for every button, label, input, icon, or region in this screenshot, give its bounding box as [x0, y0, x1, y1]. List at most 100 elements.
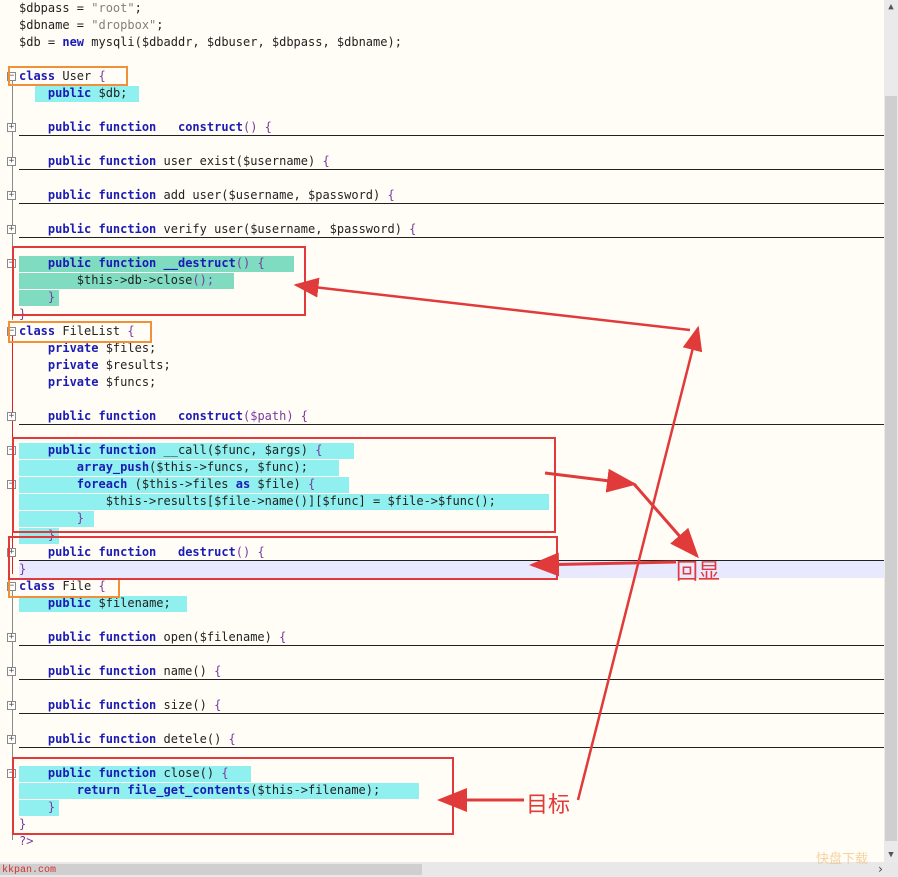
- code-token: open($filename): [156, 630, 280, 644]
- scroll-down-icon[interactable]: ▼: [886, 850, 896, 860]
- fold-toggle[interactable]: +: [7, 667, 16, 676]
- code-line[interactable]: public function construct() {: [19, 119, 272, 136]
- code-token: public function: [47, 409, 157, 423]
- code-token: $dbname =: [19, 18, 92, 32]
- code-token: verify user($username, $password): [156, 222, 410, 236]
- code-line[interactable]: $dbpass = "root";: [19, 0, 142, 17]
- code-line[interactable]: public function open($filename) {: [19, 629, 286, 646]
- code-token: $results;: [98, 358, 171, 372]
- target-label: 目标: [526, 793, 571, 818]
- code-editor[interactable]: − + + + + − − + − − + − + + + + − $dbpas…: [0, 0, 898, 877]
- code-token: mysqli($dbaddr, $dbuser, $dbpass, $dbnam…: [84, 35, 402, 49]
- code-token: $filename;: [91, 596, 171, 610]
- code-token: ;: [134, 1, 142, 15]
- code-token: public: [47, 86, 92, 100]
- filelist-destruct-box: [8, 536, 558, 580]
- code-token: public function: [47, 732, 157, 746]
- destruct-method-box: [12, 246, 306, 316]
- vertical-scroll-thumb[interactable]: [885, 96, 897, 841]
- echo-label: 回显: [676, 560, 721, 585]
- code-token: {: [214, 664, 222, 678]
- code-line[interactable]: public function detele() {: [19, 731, 236, 748]
- site-url: kkpan.com: [2, 865, 57, 876]
- horizontal-scroll-thumb[interactable]: [0, 864, 422, 875]
- code-token: $dbpass =: [19, 1, 92, 15]
- code-token: public: [47, 596, 92, 610]
- code-token: new: [62, 35, 85, 49]
- code-line[interactable]: private $results;: [19, 357, 171, 374]
- code-token: $files;: [98, 341, 157, 355]
- code-token: "root": [91, 1, 135, 15]
- code-token: {: [409, 222, 417, 236]
- code-token: "dropbox": [91, 18, 157, 32]
- code-token: $db =: [19, 35, 63, 49]
- code-token: public function: [47, 222, 157, 236]
- code-token: user exist($username): [156, 154, 323, 168]
- code-token: detele(): [156, 732, 229, 746]
- code-token: construct: [177, 409, 243, 423]
- code-line[interactable]: public function size() {: [19, 697, 221, 714]
- code-token: public function: [47, 120, 157, 134]
- code-token: $funcs;: [98, 375, 157, 389]
- fold-toggle[interactable]: +: [7, 735, 16, 744]
- fold-toggle[interactable]: +: [7, 123, 16, 132]
- code-token: public function: [47, 664, 157, 678]
- code-line[interactable]: ?>: [19, 833, 33, 850]
- code-token: private: [47, 358, 99, 372]
- scroll-right-icon[interactable]: ›: [877, 862, 884, 876]
- code-line[interactable]: public function user exist($username) {: [19, 153, 330, 170]
- fold-toggle[interactable]: +: [7, 633, 16, 642]
- class-filelist-box: [8, 321, 152, 343]
- fold-toggle[interactable]: +: [7, 157, 16, 166]
- code-token: size(): [156, 698, 215, 712]
- code-token: {: [228, 732, 236, 746]
- code-token: ;: [156, 18, 164, 32]
- code-token: public function: [47, 698, 157, 712]
- code-line[interactable]: public $db;: [19, 85, 127, 102]
- code-token: name(): [156, 664, 215, 678]
- code-line[interactable]: public function name() {: [19, 663, 221, 680]
- code-token: {: [214, 698, 222, 712]
- code-token: ?>: [19, 834, 34, 848]
- code-token: private: [47, 375, 99, 389]
- vertical-scrollbar[interactable]: ▲ ▼: [884, 0, 898, 862]
- fold-toggle[interactable]: +: [7, 701, 16, 710]
- code-token: {: [279, 630, 287, 644]
- code-token: public function: [47, 188, 157, 202]
- class-user-box: [8, 66, 128, 86]
- code-line[interactable]: $dbname = "dropbox";: [19, 17, 164, 34]
- fold-toggle[interactable]: +: [7, 225, 16, 234]
- code-line[interactable]: public function add user($username, $pas…: [19, 187, 395, 204]
- close-method-box: [12, 757, 454, 835]
- code-line[interactable]: $db = new mysqli($dbaddr, $dbuser, $dbpa…: [19, 34, 402, 51]
- code-token: $db;: [91, 86, 128, 100]
- code-line[interactable]: private $funcs;: [19, 374, 156, 391]
- code-line[interactable]: public function construct($path) {: [19, 408, 308, 425]
- code-line[interactable]: public function verify user($username, $…: [19, 221, 416, 238]
- class-file-box: [8, 578, 120, 598]
- horizontal-scrollbar[interactable]: ›: [0, 862, 898, 877]
- fold-toggle[interactable]: +: [7, 191, 16, 200]
- code-token: {: [387, 188, 395, 202]
- fold-toggle[interactable]: +: [7, 412, 16, 421]
- code-token: construct: [177, 120, 243, 134]
- code-token: () {: [243, 120, 272, 134]
- code-token: public function: [47, 154, 157, 168]
- scroll-up-icon[interactable]: ▲: [886, 2, 896, 12]
